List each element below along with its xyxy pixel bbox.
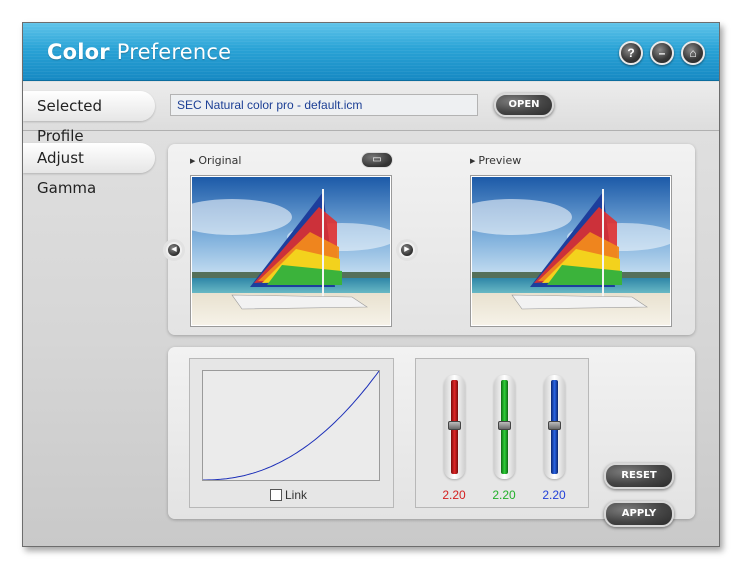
- help-icon[interactable]: ?: [619, 41, 643, 65]
- gamma-curve: [203, 370, 380, 481]
- red-slider-thumb[interactable]: [448, 421, 461, 430]
- preview-label: ▶ Preview: [470, 154, 521, 167]
- red-gamma-value: 2.20: [442, 488, 466, 502]
- link-checkbox[interactable]: [270, 489, 282, 501]
- home-icon[interactable]: ⌂: [681, 41, 705, 65]
- image-preview-panel: ▶ Original ▭ ▶ Preview ◀ ▶: [166, 144, 695, 335]
- blue-gamma-slider[interactable]: [544, 375, 565, 479]
- preview-label-text: Preview: [478, 154, 522, 167]
- gamma-curve-box: Link: [189, 358, 394, 508]
- original-image: [190, 175, 392, 327]
- reset-button[interactable]: RESET: [604, 463, 674, 489]
- adjust-gamma-tab[interactable]: Adjust Gamma: [23, 143, 155, 197]
- color-preference-window: Color Preference ? – ⌂ Selected Profile …: [22, 22, 720, 547]
- next-image-icon[interactable]: ▶: [399, 242, 415, 258]
- original-label: ▶ Original: [190, 154, 241, 167]
- apply-button[interactable]: APPLY: [604, 501, 674, 527]
- window-title-bold: Color: [47, 40, 110, 64]
- folder-open-icon[interactable]: ▭: [361, 152, 393, 168]
- original-photo: [192, 177, 390, 325]
- link-label: Link: [285, 488, 308, 502]
- preview-image: [470, 175, 672, 327]
- profile-row: Selected Profile SEC Natural color pro -…: [23, 82, 719, 145]
- blue-slider-thumb[interactable]: [548, 421, 561, 430]
- gamma-curve-line: [203, 370, 380, 481]
- green-slider-thumb[interactable]: [498, 421, 511, 430]
- previous-image-icon[interactable]: ◀: [166, 242, 182, 258]
- original-arrow-icon: ▶: [190, 157, 196, 165]
- link-option[interactable]: Link: [270, 488, 307, 502]
- minimize-icon[interactable]: –: [650, 41, 674, 65]
- open-button[interactable]: OPEN: [494, 93, 554, 117]
- blue-gamma-value: 2.20: [542, 488, 566, 502]
- preview-arrow-icon: ▶: [470, 157, 476, 165]
- preview-photo: [472, 177, 670, 325]
- window-title-rest: Preference: [116, 40, 232, 64]
- gamma-curve-plot: [202, 370, 380, 481]
- selected-profile-label: Selected Profile: [23, 91, 155, 145]
- green-gamma-slider[interactable]: [494, 375, 515, 479]
- profile-name-field[interactable]: SEC Natural color pro - default.icm: [170, 94, 478, 116]
- title-bar[interactable]: Color Preference ? – ⌂: [23, 23, 719, 81]
- gamma-controls-panel: Link 2.20 2.20 2.20 RESET APPLY: [168, 347, 695, 527]
- red-gamma-slider[interactable]: [444, 375, 465, 479]
- original-label-text: Original: [198, 154, 242, 167]
- rgb-slider-box: 2.20 2.20 2.20: [415, 358, 589, 508]
- window-title: Color Preference: [47, 40, 231, 64]
- green-gamma-value: 2.20: [492, 488, 516, 502]
